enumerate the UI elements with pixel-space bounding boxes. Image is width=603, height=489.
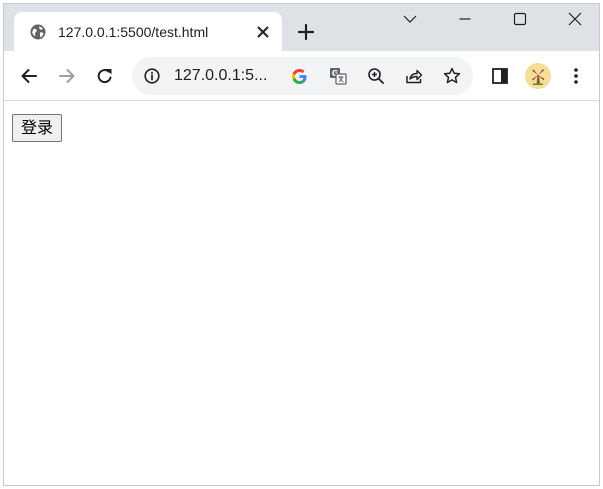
info-icon[interactable]	[144, 68, 160, 84]
zoom-in-icon[interactable]	[366, 66, 386, 86]
google-lens-icon[interactable]	[289, 66, 309, 86]
close-icon[interactable]	[560, 8, 590, 30]
globe-icon	[30, 24, 46, 40]
maximize-icon[interactable]	[505, 8, 535, 30]
browser-window: 127.0.0.1:5500/test.html 127.0.0.1:5... …	[3, 3, 600, 486]
bookmark-star-icon[interactable]	[442, 66, 462, 86]
kebab-menu-icon[interactable]	[564, 64, 588, 88]
address-bar[interactable]: 127.0.0.1:5... G	[132, 57, 473, 95]
windmill-icon	[532, 69, 545, 85]
address-url[interactable]: 127.0.0.1:5...	[174, 66, 267, 86]
share-icon[interactable]	[404, 66, 424, 86]
browser-toolbar: 127.0.0.1:5... G	[4, 51, 599, 101]
chevron-down-icon[interactable]	[395, 8, 425, 30]
login-button[interactable]: 登录	[12, 114, 63, 142]
reload-icon[interactable]	[93, 64, 117, 88]
profile-avatar[interactable]	[525, 63, 551, 89]
tab-strip: 127.0.0.1:5500/test.html	[4, 4, 599, 51]
side-panel-icon[interactable]	[488, 64, 512, 88]
new-tab-plus-icon[interactable]	[295, 21, 317, 43]
minimize-icon[interactable]	[450, 8, 480, 30]
tab-close-icon[interactable]	[254, 23, 272, 41]
back-arrow-icon[interactable]	[17, 64, 41, 88]
translate-icon[interactable]: G	[328, 66, 348, 86]
tab-title: 127.0.0.1:5500/test.html	[58, 24, 209, 40]
active-tab[interactable]: 127.0.0.1:5500/test.html	[14, 12, 282, 51]
forward-arrow-icon[interactable]	[55, 64, 79, 88]
page-content: 登录	[4, 101, 599, 485]
